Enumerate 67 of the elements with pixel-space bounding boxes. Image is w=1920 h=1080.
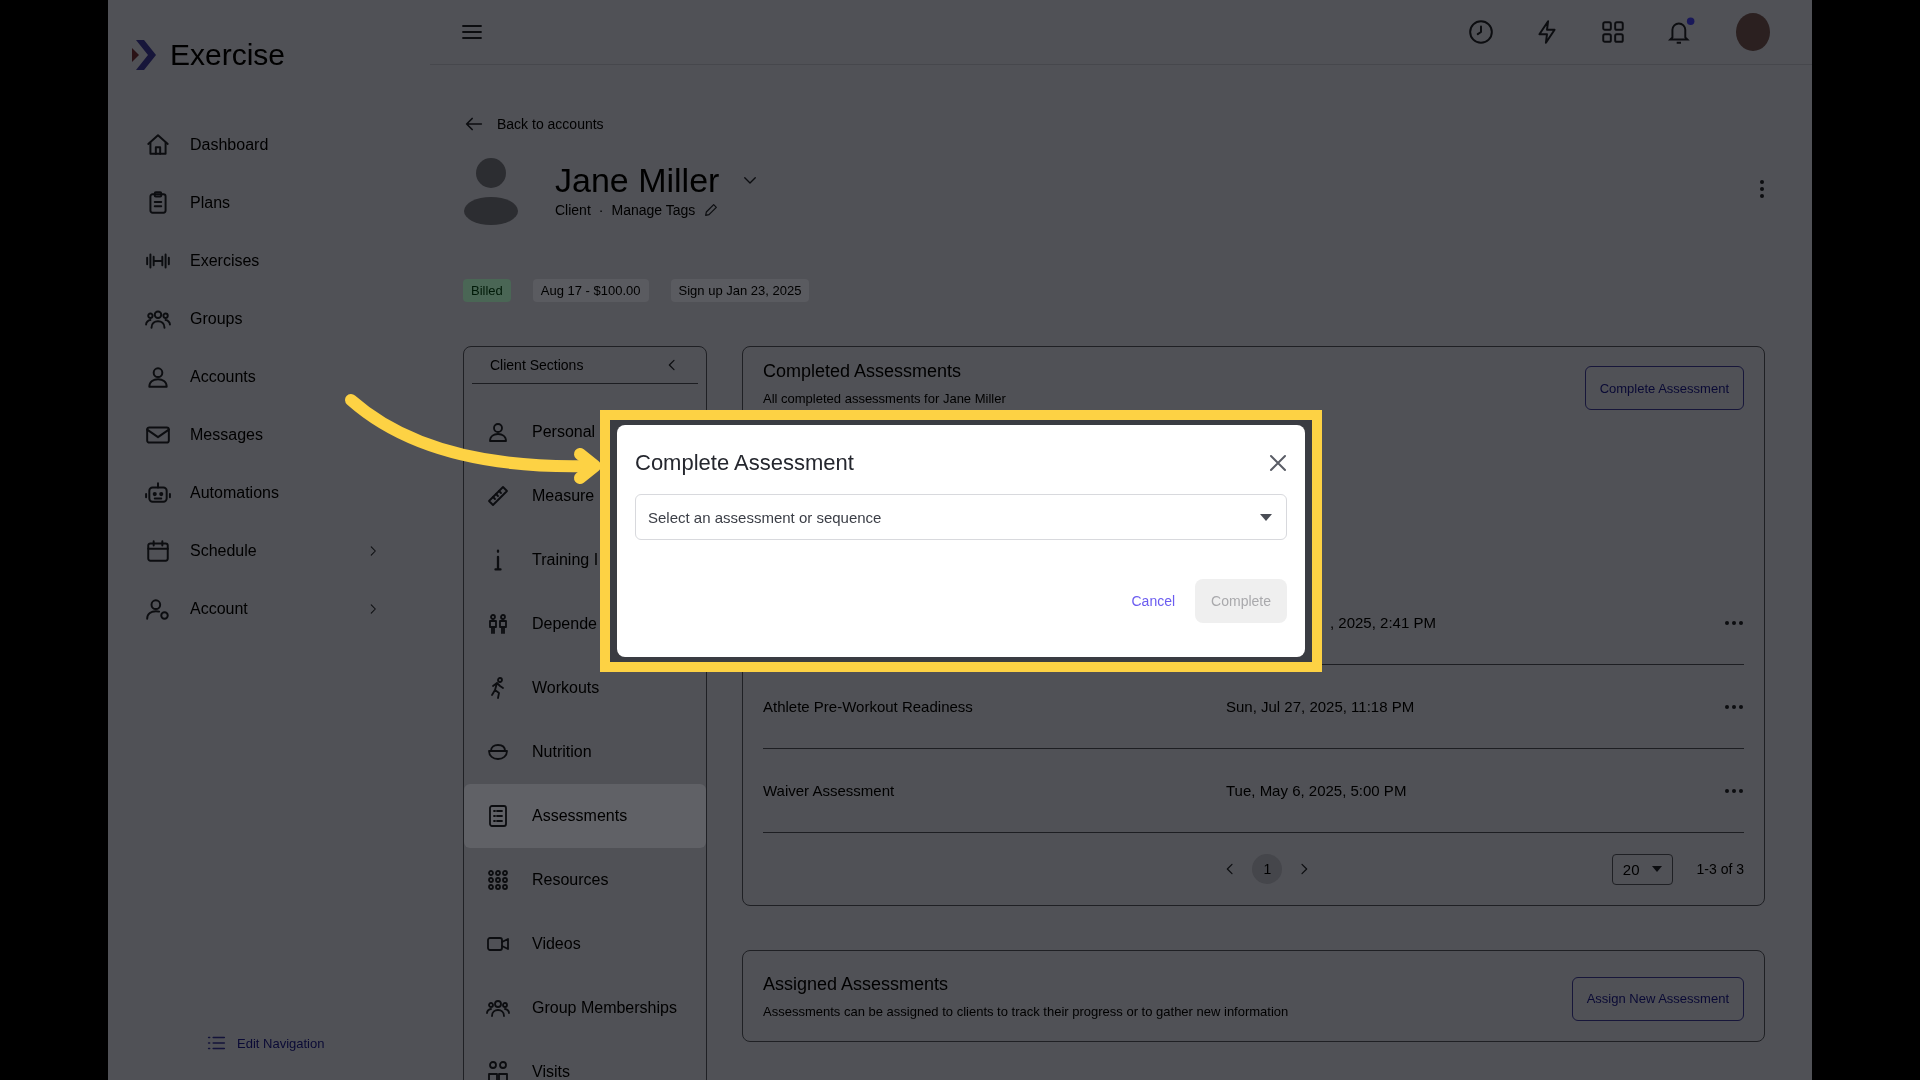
more-options-icon[interactable]	[1724, 703, 1744, 710]
status-badge: Billed	[463, 279, 511, 302]
nav-item[interactable]: Groups	[108, 290, 430, 348]
clock-icon[interactable]	[1468, 19, 1494, 45]
nav-item[interactable]: Dashboard	[108, 116, 430, 174]
complete-assessment-button[interactable]: Complete Assessment	[1584, 366, 1744, 410]
nav-item[interactable]: Messages	[108, 406, 430, 464]
cancel-button[interactable]: Cancel	[1127, 589, 1180, 613]
apps-grid-icon[interactable]	[1600, 19, 1626, 45]
card-subtitle: Assessments can be assigned to clients to track their progress or to gather new information	[763, 1003, 1289, 1019]
assessment-date: , 2025, 2:41 PM	[1330, 614, 1436, 631]
section-item[interactable]: Group Memberships	[464, 976, 706, 1040]
assessment-select[interactable]: Select an assessment or sequence	[635, 494, 1287, 540]
per-page-select[interactable]: 20	[1611, 853, 1673, 885]
person-icon	[145, 364, 171, 390]
assessment-date: Sun, Jul 27, 2025, 11:18 PM	[1226, 698, 1415, 715]
assign-assessment-button[interactable]: Assign New Assessment	[1571, 976, 1744, 1021]
caret-down-icon	[1651, 866, 1662, 872]
section-item[interactable]: Resources	[464, 848, 706, 912]
card-title: Completed Assessments	[763, 361, 963, 382]
more-options-icon[interactable]	[1724, 619, 1744, 626]
info-chip: Sign up Jan 23, 2025	[670, 279, 810, 302]
modal-title: Complete Assessment	[635, 450, 854, 476]
section-item[interactable]: Visits	[464, 1040, 706, 1080]
client-role: Client	[555, 201, 591, 218]
person-icon	[486, 420, 510, 444]
nav-item[interactable]: Exercises	[108, 232, 430, 290]
card-title: Assigned Assessments	[763, 973, 950, 995]
calendar-icon	[145, 538, 171, 564]
panel-title: Client Sections	[490, 357, 584, 373]
nav-item[interactable]: Account	[108, 580, 430, 638]
checklist-icon	[486, 804, 510, 828]
separator-dot: ·	[598, 201, 604, 218]
user-avatar[interactable]	[1736, 13, 1770, 51]
edit-navigation-link[interactable]: Edit Navigation	[205, 1032, 430, 1054]
notification-bell-icon[interactable]	[1666, 17, 1696, 47]
robot-icon	[145, 480, 171, 506]
nav-item[interactable]: Accounts	[108, 348, 430, 406]
close-icon[interactable]	[1269, 454, 1287, 472]
page-range: 1-3 of 3	[1696, 861, 1744, 877]
page-button[interactable]: 1	[1252, 854, 1283, 884]
section-item[interactable]: Videos	[464, 912, 706, 976]
nav-item[interactable]: Plans	[108, 174, 430, 232]
info-icon	[494, 548, 502, 572]
home-icon	[145, 132, 171, 158]
caret-down-icon	[1260, 513, 1272, 521]
grid-icon	[486, 868, 510, 892]
nav-item[interactable]: Automations	[108, 464, 430, 522]
assessment-name: Athlete Pre-Workout Readiness	[763, 698, 974, 715]
nav-item[interactable]: Schedule	[108, 522, 430, 580]
more-options-icon[interactable]	[1724, 787, 1744, 794]
client-name: Jane Miller	[555, 160, 720, 200]
pencil-icon[interactable]	[703, 201, 720, 218]
card-subtitle: All completed assessments for Jane Miller	[763, 391, 1006, 406]
family-icon	[486, 612, 510, 636]
two-people-icon	[486, 1060, 510, 1080]
section-item[interactable]: Nutrition	[464, 720, 706, 784]
section-item[interactable]: Assessments	[464, 784, 706, 848]
assessment-name: Waiver Assessment	[763, 782, 896, 799]
assessment-date: Tue, May 6, 2025, 5:00 PM	[1226, 782, 1407, 799]
section-item[interactable]: Workouts	[464, 656, 706, 720]
ruler-icon	[486, 484, 510, 508]
back-link[interactable]: Back to accounts	[463, 112, 1765, 136]
logo-text: Exercise	[170, 38, 286, 72]
manage-tags-link[interactable]: Manage Tags	[611, 201, 696, 218]
kebab-menu-icon[interactable]	[1759, 179, 1765, 199]
info-chip: Aug 17 - $100.00	[532, 279, 649, 302]
